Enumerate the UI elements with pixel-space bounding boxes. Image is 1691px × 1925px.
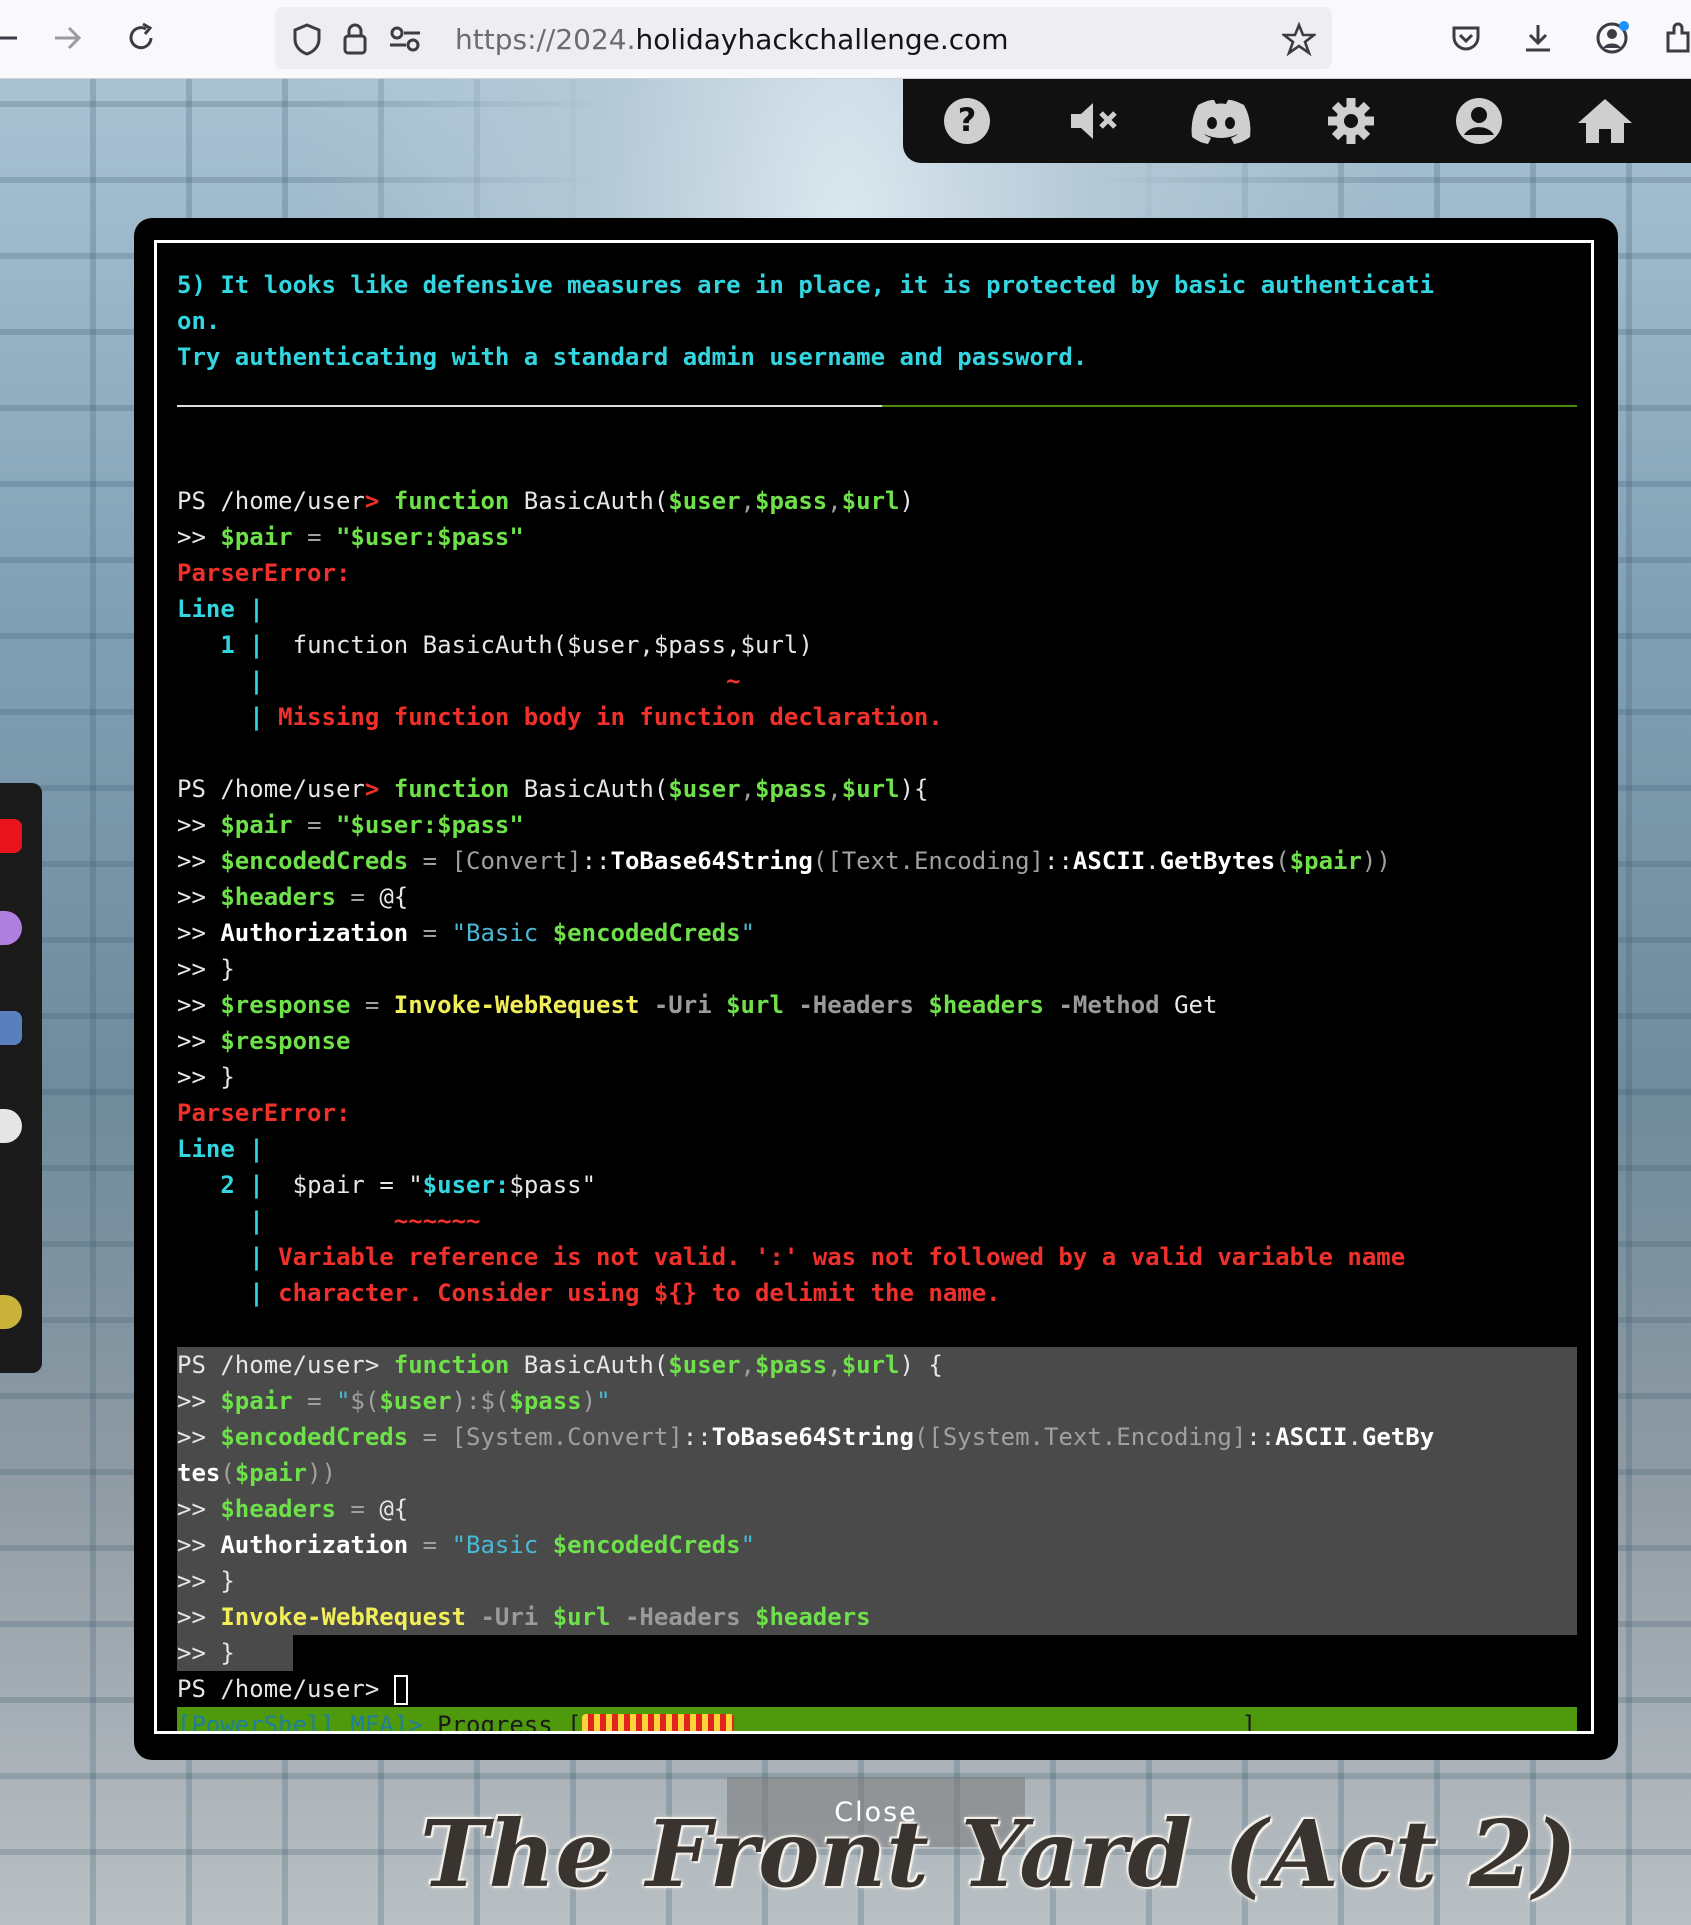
progress-bar-fill: [581, 1714, 734, 1731]
terminal-line: Line |: [177, 1135, 264, 1163]
section-divider: [177, 375, 1577, 447]
terminal-line: >> $encodedCreds = [Convert]::ToBase64St…: [177, 847, 1391, 875]
terminal-line: >> }: [177, 1563, 1577, 1599]
hints-icon[interactable]: [0, 1011, 22, 1045]
terminal-line: | ~: [249, 667, 741, 695]
progress-status-bar: [PowerShell MFA]> Progress []: [177, 1707, 1577, 1731]
lock-icon[interactable]: [331, 15, 379, 63]
terminal-line: | Variable reference is not valid. ':' w…: [249, 1243, 1406, 1271]
error-title: ParserError:: [177, 1099, 351, 1127]
address-bar[interactable]: https://2024.holidayhackchallenge.com: [275, 7, 1332, 69]
terminal-window[interactable]: 5) It looks like defensive measures are …: [154, 240, 1594, 1734]
terminal-line: >> $encodedCreds = [System.Convert]::ToB…: [177, 1419, 1577, 1455]
terminal-line: | Missing function body in function decl…: [249, 703, 943, 731]
terminal-cursor: [393, 1675, 408, 1705]
terminal-line: 1 | function BasicAuth($user,$pass,$url): [220, 631, 813, 659]
challenge-text: on.: [177, 307, 221, 335]
terminal-line: 2 | $pair = "$user:$pass": [220, 1171, 597, 1199]
terminal-line: >> $pair = "$user:$pass": [177, 811, 524, 839]
terminal-line: PS /home/user> function BasicAuth($user,…: [177, 487, 914, 515]
terminal-line: >> }: [177, 955, 235, 983]
home-icon[interactable]: [1563, 93, 1647, 149]
achievements-icon[interactable]: [0, 1295, 22, 1329]
terminal-line: PS /home/user> function BasicAuth($user,…: [177, 1347, 1577, 1383]
extensions-icon[interactable]: [1655, 14, 1691, 62]
terminal-line: >> $pair = "$($user):$($pass)": [177, 1383, 1577, 1419]
account-icon[interactable]: [1588, 14, 1636, 62]
chat-icon[interactable]: [0, 1109, 22, 1143]
terminal-line: PS /home/user> function BasicAuth($user,…: [177, 775, 929, 803]
challenge-text: 5) It looks like defensive measures are …: [177, 271, 1435, 299]
terminal-line: >> }: [177, 1635, 1577, 1671]
scene-title: The Front Yard (Act 2): [420, 1800, 1577, 1908]
reload-icon[interactable]: [117, 14, 165, 62]
terminal-line: Line |: [177, 595, 264, 623]
terminal-line: >> $headers = @{: [177, 883, 409, 911]
terminal-line: tes($pair)): [177, 1455, 1577, 1491]
terminal-line: >> Authorization = "Basic $encodedCreds": [177, 919, 756, 947]
terminal-input-line[interactable]: PS /home/user>: [177, 1671, 1577, 1707]
permissions-icon[interactable]: [381, 15, 429, 63]
terminal-line: >> Authorization = "Basic $encodedCreds": [177, 1527, 1577, 1563]
settings-icon[interactable]: [1309, 93, 1393, 149]
profile-icon[interactable]: [1437, 93, 1521, 149]
terminal-line: >> $response = Invoke-WebRequest -Uri $u…: [177, 991, 1218, 1019]
download-icon[interactable]: [1514, 14, 1562, 62]
error-title: ParserError:: [177, 559, 351, 587]
terminal-output: 5) It looks like defensive measures are …: [177, 267, 1577, 1731]
discord-icon[interactable]: [1179, 93, 1263, 149]
side-badge-panel: [0, 783, 42, 1373]
game-toolbar: ?: [903, 79, 1691, 163]
terminal-line: >> $pair = "$user:$pass": [177, 523, 524, 551]
back-icon[interactable]: [0, 14, 28, 62]
terminal-line: >> $headers = @{: [177, 1491, 1577, 1527]
terminal-line: | character. Consider using ${} to delim…: [249, 1279, 1001, 1307]
mute-icon[interactable]: [1053, 93, 1137, 149]
pocket-icon[interactable]: [1442, 14, 1490, 62]
terminal-line: | ~~~~~~: [249, 1207, 481, 1235]
forward-icon[interactable]: [44, 14, 92, 62]
shield-icon[interactable]: [283, 15, 331, 63]
url-text: https://2024.holidayhackchallenge.com: [455, 23, 1009, 56]
terminal-line: >> Invoke-WebRequest -Uri $url -Headers …: [177, 1599, 1577, 1635]
bookmark-star-icon[interactable]: [1275, 15, 1323, 63]
svg-text:?: ?: [958, 101, 977, 139]
terminal-line: >> }: [177, 1063, 235, 1091]
terminal-modal: 5) It looks like defensive measures are …: [134, 218, 1618, 1760]
terminal-line: >> $response: [177, 1027, 351, 1055]
help-icon[interactable]: ?: [925, 93, 1009, 149]
objectives-icon[interactable]: [0, 911, 22, 945]
badge-icon[interactable]: [0, 819, 22, 853]
challenge-text: Try authenticating with a standard admin…: [177, 343, 1088, 371]
browser-toolbar: https://2024.holidayhackchallenge.com: [0, 0, 1691, 79]
